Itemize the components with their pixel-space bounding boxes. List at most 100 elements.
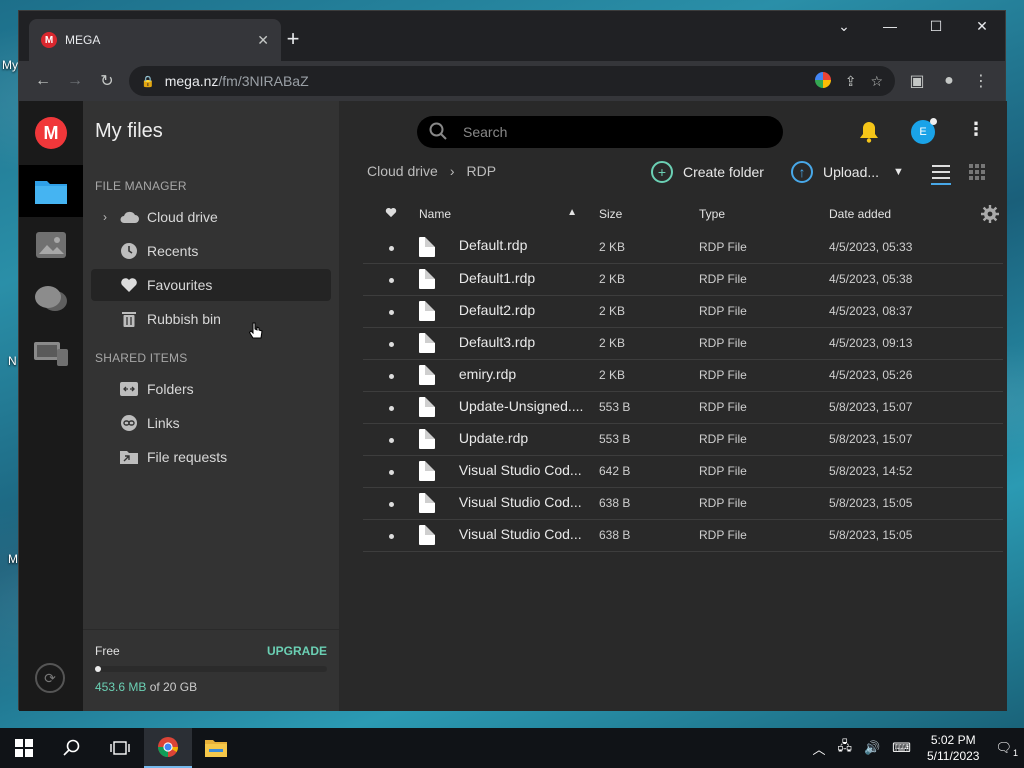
favourite-dot[interactable] xyxy=(388,406,394,411)
new-tab-button[interactable]: + xyxy=(279,25,307,53)
date-column-header[interactable]: Date added xyxy=(829,197,1003,231)
bookmark-star-icon[interactable]: ☆ xyxy=(870,73,883,90)
table-row[interactable]: Default3.rdp 2 KB RDP File 4/5/2023, 09:13 xyxy=(363,327,1003,359)
side-panel-icon[interactable]: ▣ xyxy=(901,65,933,97)
file-type: RDP File xyxy=(699,464,747,478)
table-row[interactable]: Default.rdp 2 KB RDP File 4/5/2023, 05:33 xyxy=(363,231,1003,263)
favourite-dot[interactable] xyxy=(388,310,394,315)
size-column-header[interactable]: Size xyxy=(599,197,699,231)
table-row[interactable]: Default1.rdp 2 KB RDP File 4/5/2023, 05:38 xyxy=(363,263,1003,295)
list-view-icon[interactable] xyxy=(931,163,951,190)
sidebar-item-favourites[interactable]: Favourites xyxy=(91,269,331,301)
chevron-down-icon[interactable]: ▼ xyxy=(893,166,904,178)
favourite-dot[interactable] xyxy=(388,374,394,379)
system-tray: ︿ 🖧 🔊 ⌨ 5:02 PM 5/11/2023 🗨 1 xyxy=(807,728,1024,768)
sidebar-item-rubbish-bin[interactable]: Rubbish bin xyxy=(91,303,331,335)
task-view-icon[interactable] xyxy=(96,728,144,768)
tab-close-icon[interactable]: ✕ xyxy=(257,32,269,49)
favourite-dot[interactable] xyxy=(388,470,394,475)
create-folder-button[interactable]: + Create folder xyxy=(651,161,764,183)
chevron-up-icon[interactable]: ︿ xyxy=(813,739,826,758)
favourite-column-header[interactable] xyxy=(363,197,419,231)
mega-favicon-icon: M xyxy=(41,32,57,48)
mouse-cursor-icon xyxy=(248,322,263,347)
sort-asc-icon: ▲ xyxy=(567,207,577,218)
table-row[interactable]: Default2.rdp 2 KB RDP File 4/5/2023, 08:37 xyxy=(363,295,1003,327)
top-bar: Search E ⋮ xyxy=(339,101,1007,161)
share-icon[interactable]: ⇪ xyxy=(845,73,857,90)
reload-button[interactable]: ↻ xyxy=(91,65,123,97)
upload-button[interactable]: ↑ Upload... ▼ xyxy=(791,161,904,183)
rail-cloud-drive[interactable] xyxy=(19,165,83,217)
file-explorer-icon[interactable] xyxy=(192,728,240,768)
table-row[interactable]: Visual Studio Cod... 638 B RDP File 5/8/202… xyxy=(363,519,1003,551)
sidebar-item-file-requests[interactable]: File requests xyxy=(91,441,331,473)
rail-chat[interactable] xyxy=(19,273,83,325)
start-button[interactable] xyxy=(0,728,48,768)
close-window-button[interactable]: ✕ xyxy=(959,11,1005,41)
google-lens-icon[interactable] xyxy=(814,71,831,91)
more-options-icon[interactable]: ⋮ xyxy=(967,119,985,140)
upgrade-link[interactable]: UPGRADE xyxy=(267,644,327,658)
address-bar[interactable]: 🔒 mega.nz/fm/3NIRABaZ ⇪ ☆ xyxy=(129,66,895,96)
sidebar-item-cloud-drive[interactable]: › Cloud drive xyxy=(91,201,331,233)
avatar[interactable]: E xyxy=(911,118,937,144)
keyboard-icon[interactable]: ⌨ xyxy=(892,740,911,756)
table-row[interactable]: Visual Studio Cod... 642 B RDP File 5/8/202… xyxy=(363,455,1003,487)
breadcrumb-cloud-drive[interactable]: Cloud drive xyxy=(367,163,438,179)
network-icon[interactable]: 🖧 xyxy=(838,737,853,759)
grid-view-icon[interactable] xyxy=(969,164,985,185)
table-row[interactable]: emiry.rdp 2 KB RDP File 4/5/2023, 05:26 xyxy=(363,359,1003,391)
file-icon xyxy=(419,461,435,481)
chrome-menu-icon[interactable]: ⋮ xyxy=(965,65,997,97)
favourite-dot[interactable] xyxy=(388,342,394,347)
tab-search-icon[interactable]: ⌄ xyxy=(821,11,867,41)
rail-photos[interactable] xyxy=(19,219,83,271)
shared-folder-icon xyxy=(119,379,139,399)
rail-devices[interactable] xyxy=(19,327,83,379)
search-input[interactable]: Search xyxy=(417,116,783,148)
type-column-header[interactable]: Type xyxy=(699,197,829,231)
chrome-taskbar-icon[interactable] xyxy=(144,728,192,768)
favourite-dot[interactable] xyxy=(388,245,394,251)
favourite-dot[interactable] xyxy=(388,278,394,283)
maximize-button[interactable]: ☐ xyxy=(913,11,959,41)
volume-icon[interactable]: 🔊 xyxy=(864,740,880,756)
chevron-right-icon[interactable]: › xyxy=(103,210,107,224)
desktop-icon-label[interactable]: N xyxy=(8,354,17,368)
trash-icon xyxy=(119,309,139,329)
sidebar-item-recents[interactable]: Recents xyxy=(91,235,331,267)
table-row[interactable]: Update.rdp 553 B RDP File 5/8/2023, 15:07 xyxy=(363,423,1003,455)
file-type: RDP File xyxy=(699,496,747,510)
browser-tab[interactable]: M MEGA ✕ xyxy=(29,19,281,61)
column-settings-gear-icon[interactable] xyxy=(981,205,999,228)
file-date: 5/8/2023, 15:07 xyxy=(829,400,913,414)
breadcrumb-rdp[interactable]: RDP xyxy=(467,163,497,179)
file-name: Default3.rdp xyxy=(458,333,536,350)
notifications-bell-icon[interactable] xyxy=(859,121,879,148)
sidebar-item-label: Links xyxy=(147,415,180,431)
lock-icon[interactable]: 🔒 xyxy=(141,75,155,88)
favourite-dot[interactable] xyxy=(388,502,394,507)
notification-center-icon[interactable]: 🗨 1 xyxy=(995,740,1018,758)
forward-button[interactable]: → xyxy=(59,65,91,97)
taskbar-search-icon[interactable] xyxy=(48,728,96,768)
storage-used: 453.6 MB xyxy=(95,680,147,694)
file-icon xyxy=(419,236,435,257)
mega-logo-icon[interactable]: M xyxy=(35,117,67,149)
table-row[interactable]: Update-Unsigned.... 553 B RDP File 5/8/2023… xyxy=(363,391,1003,423)
back-button[interactable]: ← xyxy=(27,65,59,97)
name-column-header[interactable]: Name ▲ xyxy=(419,197,599,231)
favourite-dot[interactable] xyxy=(388,438,394,443)
profile-icon[interactable]: ● xyxy=(933,65,965,97)
table-row[interactable]: Visual Studio Cod... 638 B RDP File 5/8/202… xyxy=(363,487,1003,519)
clock[interactable]: 5:02 PM 5/11/2023 xyxy=(927,732,980,764)
desktop-icon-label[interactable]: My xyxy=(2,58,18,72)
sidebar-item-folders[interactable]: Folders xyxy=(91,373,331,405)
minimize-button[interactable]: — xyxy=(867,11,913,41)
desktop-icon-label[interactable]: M xyxy=(8,552,18,566)
favourite-dot[interactable] xyxy=(388,534,394,539)
file-size: 553 B xyxy=(599,400,631,414)
sync-icon[interactable]: ⟳ xyxy=(35,663,65,693)
sidebar-item-links[interactable]: Links xyxy=(91,407,331,439)
